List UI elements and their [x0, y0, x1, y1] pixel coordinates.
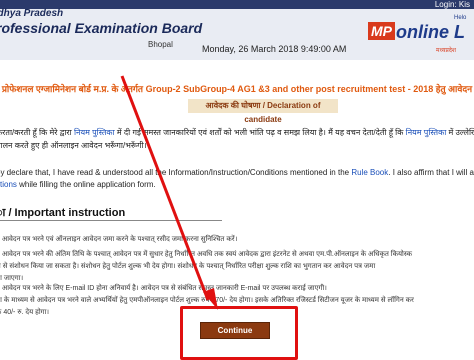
arrow-shaft [120, 75, 210, 301]
annotation-arrow-icon [120, 75, 218, 310]
arrow-head [203, 288, 218, 310]
